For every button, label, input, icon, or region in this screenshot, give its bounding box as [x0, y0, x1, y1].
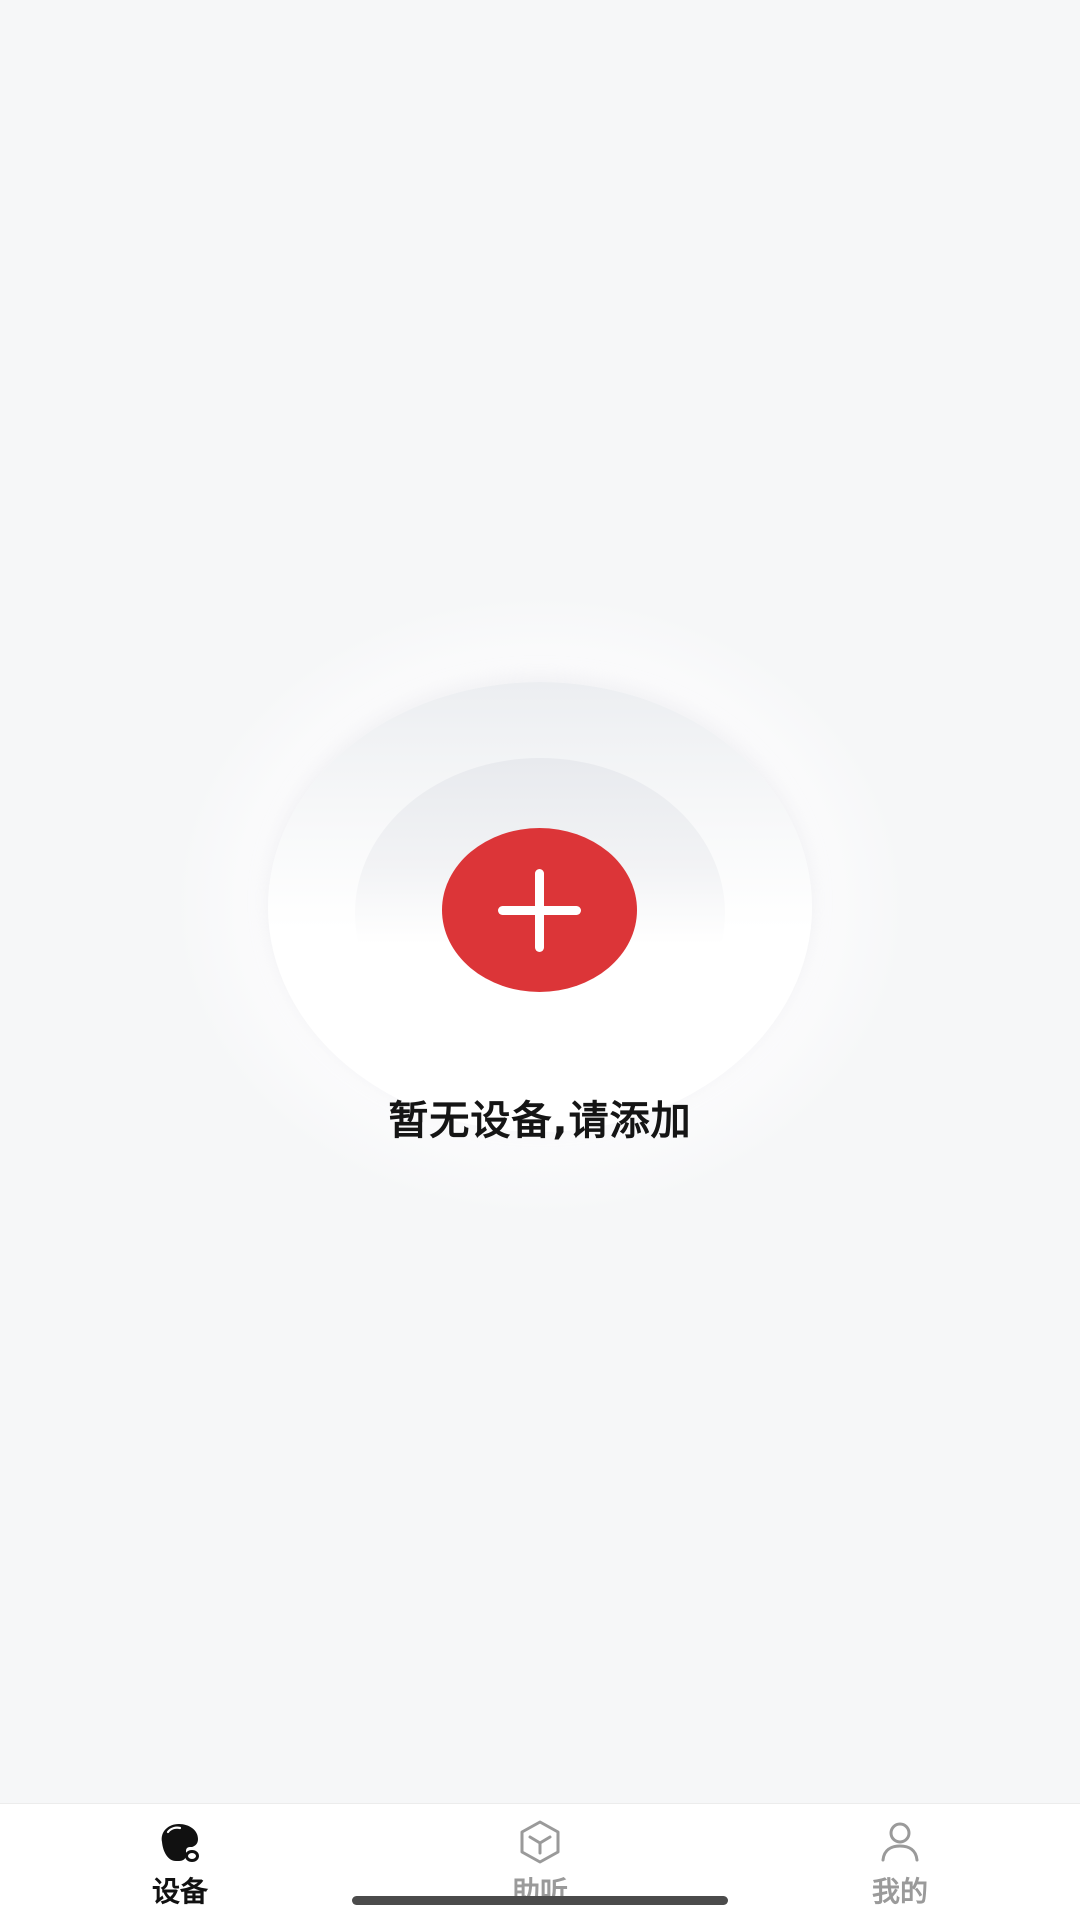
empty-state-message: 暂无设备,请添加: [388, 1098, 692, 1144]
tab-mine[interactable]: 我的: [800, 1804, 1000, 1920]
tab-mine-label: 我的: [871, 1875, 928, 1908]
tab-devices[interactable]: 设备: [80, 1804, 280, 1920]
tab-devices-label: 设备: [151, 1875, 208, 1908]
devices-screen: 暂无设备,请添加 设备 助听 我的: [0, 0, 1080, 1920]
empty-state: 暂无设备,请添加: [0, 600, 1080, 1220]
home-indicator[interactable]: [352, 1896, 728, 1905]
hearing-aid-icon: [161, 1824, 199, 1862]
person-icon: [881, 1822, 919, 1862]
cube-icon: [520, 1820, 560, 1864]
add-device-button[interactable]: [442, 828, 637, 992]
